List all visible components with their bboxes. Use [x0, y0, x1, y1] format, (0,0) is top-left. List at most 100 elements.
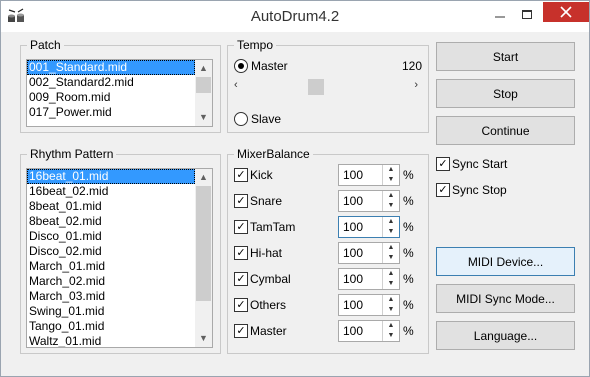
slider-thumb[interactable] — [308, 79, 324, 95]
mixer-level-value: 100 — [343, 220, 364, 234]
check-mark-icon: ✓ — [438, 184, 448, 196]
spin-down-icon[interactable]: ▼ — [383, 227, 399, 237]
stop-button[interactable]: Stop — [436, 79, 575, 108]
spin-up-icon[interactable]: ▲ — [383, 243, 399, 253]
sync-stop-label: Sync Stop — [452, 183, 507, 197]
list-item[interactable]: Disco_02.mid — [27, 244, 195, 259]
scroll-thumb[interactable] — [196, 77, 211, 93]
mixer-channel-checkbox[interactable]: ✓ — [234, 324, 248, 338]
list-item[interactable]: March_03.mid — [27, 289, 195, 304]
slider-right-icon[interactable]: › — [414, 79, 418, 91]
mixer-channel-checkbox[interactable]: ✓ — [234, 168, 248, 182]
scroll-thumb[interactable] — [196, 186, 211, 301]
spin-buttons[interactable]: ▲ ▼ — [382, 191, 399, 211]
minimize-button[interactable] — [487, 5, 513, 25]
spin-down-icon[interactable]: ▼ — [383, 279, 399, 289]
check-mark-icon: ✓ — [236, 247, 246, 259]
check-mark-icon: ✓ — [236, 325, 246, 337]
scroll-up-icon[interactable]: ▲ — [195, 169, 212, 186]
spin-down-icon[interactable]: ▼ — [383, 305, 399, 315]
list-item[interactable]: 002_Standard2.mid — [27, 75, 195, 90]
mixer-level-input[interactable]: 100 ▲ ▼ — [338, 190, 400, 212]
start-button[interactable]: Start — [436, 42, 575, 71]
mixer-level-input[interactable]: 100 ▲ ▼ — [338, 294, 400, 316]
spin-down-icon[interactable]: ▼ — [383, 201, 399, 211]
spin-up-icon[interactable]: ▲ — [383, 191, 399, 201]
maximize-button[interactable] — [514, 5, 540, 25]
mixer-channel-checkbox[interactable]: ✓ — [234, 220, 248, 234]
scroll-down-icon[interactable]: ▼ — [195, 109, 212, 126]
spin-buttons[interactable]: ▲ ▼ — [382, 243, 399, 263]
mixer-level-value: 100 — [343, 168, 364, 182]
spin-down-icon[interactable]: ▼ — [383, 331, 399, 341]
tempo-slave-label: Slave — [251, 112, 282, 126]
mixer-level-input[interactable]: 100 ▲ ▼ — [338, 164, 400, 186]
rhythm-scrollbar[interactable]: ▲ ▼ — [195, 169, 212, 347]
list-item[interactable]: Waltz_01.mid — [27, 334, 195, 347]
scroll-up-icon[interactable]: ▲ — [195, 60, 212, 77]
spin-up-icon[interactable]: ▲ — [383, 217, 399, 227]
mixer-channel-label: TamTam — [250, 220, 296, 234]
list-item[interactable]: 001_Standard.mid — [27, 60, 195, 75]
list-item[interactable]: Disco_01.mid — [27, 229, 195, 244]
list-item[interactable]: 009_Room.mid — [27, 90, 195, 105]
mixer-channel-checkbox[interactable]: ✓ — [234, 194, 248, 208]
spin-up-icon[interactable]: ▲ — [383, 321, 399, 331]
tempo-master-label: Master — [251, 59, 288, 73]
scroll-down-icon[interactable]: ▼ — [195, 330, 212, 347]
spin-buttons[interactable]: ▲ ▼ — [382, 295, 399, 315]
mixer-channel-checkbox[interactable]: ✓ — [234, 298, 248, 312]
mixer-channel-label: Hi-hat — [250, 246, 283, 260]
midi-device-button[interactable]: MIDI Device... — [436, 247, 575, 276]
close-button[interactable] — [543, 2, 589, 22]
continue-button[interactable]: Continue — [436, 116, 575, 145]
list-item[interactable]: 8beat_02.mid — [27, 214, 195, 229]
mixer-level-input[interactable]: 100 ▲ ▼ — [338, 268, 400, 290]
spin-buttons[interactable]: ▲ ▼ — [382, 165, 399, 185]
mixer-channel-label: Cymbal — [250, 272, 291, 286]
list-item[interactable]: Swing_01.mid — [27, 304, 195, 319]
patch-group: Patch 001_Standard.mid 002_Standard2.mid 0… — [20, 38, 221, 133]
patch-scrollbar[interactable]: ▲ ▼ — [195, 60, 212, 126]
list-item[interactable]: March_02.mid — [27, 274, 195, 289]
midi-sync-mode-button[interactable]: MIDI Sync Mode... — [436, 284, 575, 313]
tempo-slave-radio[interactable] — [234, 112, 248, 126]
spin-up-icon[interactable]: ▲ — [383, 165, 399, 175]
patch-label: Patch — [27, 38, 64, 52]
spin-up-icon[interactable]: ▲ — [383, 295, 399, 305]
mixer-channel-label: Snare — [250, 194, 283, 208]
tempo-master-radio[interactable] — [234, 59, 248, 73]
spin-buttons[interactable]: ▲ ▼ — [382, 217, 399, 237]
mixer-level-input[interactable]: 100 ▲ ▼ — [338, 242, 400, 264]
list-item[interactable]: March_01.mid — [27, 259, 195, 274]
sync-start-checkbox[interactable]: ✓ — [436, 157, 450, 171]
list-item[interactable]: 8beat_01.mid — [27, 199, 195, 214]
mixer-level-value: 100 — [343, 324, 364, 338]
mixer-balance-label: MixerBalance — [234, 147, 313, 161]
mixer-level-input[interactable]: 100 ▲ ▼ — [338, 320, 400, 342]
mixer-channel-checkbox[interactable]: ✓ — [234, 272, 248, 286]
list-item[interactable]: 16beat_02.mid — [27, 184, 195, 199]
tempo-slider[interactable]: ‹ › — [234, 79, 418, 95]
mixer-channel-label: Master — [250, 324, 287, 338]
mixer-level-input[interactable]: 100 ▲ ▼ — [338, 216, 400, 238]
title-bar[interactable]: AutoDrum4.2 — [1, 1, 589, 32]
spin-buttons[interactable]: ▲ ▼ — [382, 269, 399, 289]
list-item[interactable]: 16beat_01.mid — [27, 169, 195, 184]
spin-down-icon[interactable]: ▼ — [383, 175, 399, 185]
spin-up-icon[interactable]: ▲ — [383, 269, 399, 279]
tempo-group: Tempo Master 120 ‹ › Slave — [227, 38, 429, 133]
list-item[interactable]: 017_Power.mid — [27, 105, 195, 120]
spin-down-icon[interactable]: ▼ — [383, 253, 399, 263]
language-button[interactable]: Language... — [436, 321, 575, 350]
spin-buttons[interactable]: ▲ ▼ — [382, 321, 399, 341]
mixer-level-value: 100 — [343, 246, 364, 260]
sync-stop-checkbox[interactable]: ✓ — [436, 183, 450, 197]
check-mark-icon: ✓ — [236, 169, 246, 181]
rhythm-pattern-list[interactable]: 16beat_01.mid 16beat_02.mid 8beat_01.mid 8b… — [26, 168, 213, 348]
mixer-channel-label: Others — [250, 298, 287, 312]
slider-left-icon[interactable]: ‹ — [234, 79, 238, 91]
list-item[interactable]: Tango_01.mid — [27, 319, 195, 334]
patch-list[interactable]: 001_Standard.mid 002_Standard2.mid 009_Roo… — [26, 59, 213, 127]
mixer-channel-checkbox[interactable]: ✓ — [234, 246, 248, 260]
